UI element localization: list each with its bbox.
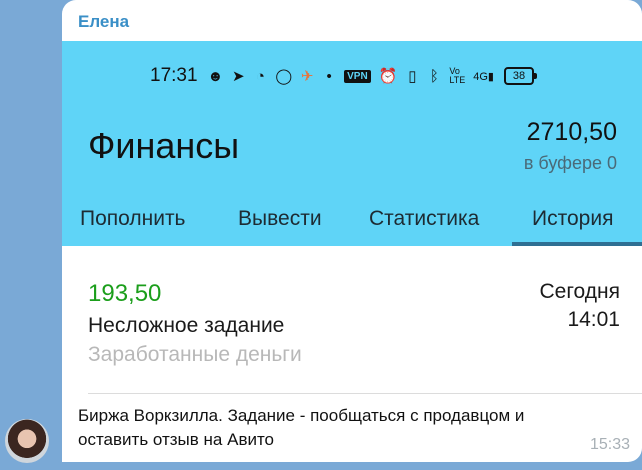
vibrate-icon: ▯ [408, 68, 417, 85]
dot-icon: • [326, 67, 332, 85]
emoji-app-icon: ☻ [207, 67, 224, 85]
vpn-icon: VPN [344, 69, 371, 83]
volte-icon: Vo LTE [449, 66, 466, 85]
transaction-list: 193,50 Несложное задание Заработанные де… [62, 246, 642, 394]
sender-name[interactable]: Елена [78, 12, 129, 32]
chat-icon: ◯ [275, 68, 293, 85]
transaction-category: Заработанные деньги [88, 343, 302, 366]
tab-deposit[interactable]: Пополнить [80, 207, 186, 231]
battery-icon: 38 [503, 67, 537, 85]
bluetooth-icon: ᛒ [429, 67, 439, 85]
plane-icon: ✈ [300, 68, 314, 85]
message-bubble: Елена 17:31 ☻ ➤ ◔ ◯ ✈ • VPN ⏰ ▯ ᛒ Vo LTE … [62, 0, 642, 462]
buffer-value: в буфере 0 [523, 153, 617, 173]
network-4g-icon: 4G▮ [473, 70, 494, 83]
transaction-time: 14:01 [567, 308, 620, 331]
app-bar: 17:31 ☻ ➤ ◔ ◯ ✈ • VPN ⏰ ▯ ᛒ Vo LTE 4G▮ 38… [62, 41, 642, 246]
message-time: 15:33 [589, 436, 630, 453]
tab-bar: Пополнить Вывести Статистика История [62, 201, 642, 246]
signal-icon: ◔ [255, 67, 265, 85]
divider [88, 393, 642, 394]
status-time: 17:31 [150, 65, 198, 86]
alarm-icon: ⏰ [378, 68, 398, 85]
balance-value: 2710,50 [526, 118, 617, 146]
transaction-date: Сегодня [539, 280, 620, 303]
transaction-amount: 193,50 [88, 280, 162, 307]
telegram-icon: ➤ [232, 68, 245, 85]
page-title: Финансы [88, 125, 240, 166]
sender-avatar[interactable] [5, 419, 49, 463]
message-caption: Биржа Воркзилла. Задание - пообщаться с … [78, 406, 525, 449]
status-bar: 17:31 ☻ ➤ ◔ ◯ ✈ • VPN ⏰ ▯ ᛒ Vo LTE 4G▮ 38 [150, 63, 610, 89]
tab-withdraw[interactable]: Вывести [238, 207, 322, 231]
tab-history[interactable]: История [532, 207, 613, 231]
attached-screenshot[interactable]: 17:31 ☻ ➤ ◔ ◯ ✈ • VPN ⏰ ▯ ᛒ Vo LTE 4G▮ 38… [62, 41, 642, 394]
transaction-title: Несложное задание [88, 314, 285, 337]
tab-statistics[interactable]: Статистика [369, 207, 479, 231]
